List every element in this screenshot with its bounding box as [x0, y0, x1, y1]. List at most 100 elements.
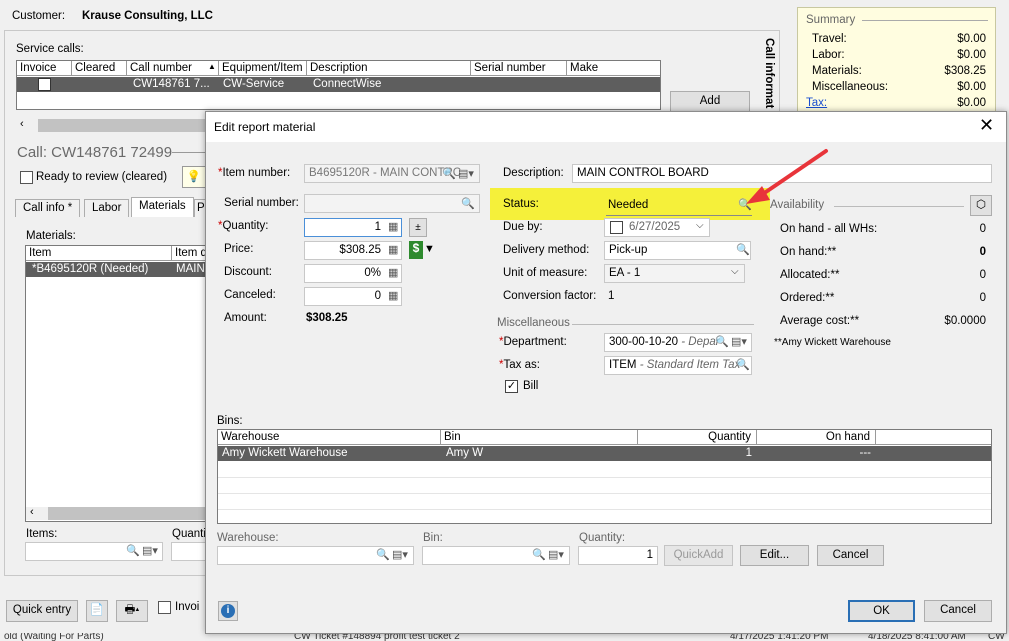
department-desc: - Depar [681, 336, 720, 348]
amount-label: Amount: [224, 312, 267, 324]
col-description[interactable]: Description [307, 61, 471, 76]
col-quantity[interactable]: Quantity [638, 430, 757, 445]
scroll-thumb[interactable] [48, 507, 208, 520]
description-label: Description: [503, 167, 564, 179]
col-make[interactable]: Make [567, 61, 660, 76]
print-icon[interactable]: 🖶▴ [116, 600, 148, 622]
search-icon[interactable]: 🔍 [532, 548, 546, 561]
col-cleared[interactable]: Cleared [72, 61, 127, 76]
col-on-hand[interactable]: On hand [757, 430, 876, 445]
calculator-icon[interactable]: ▦ [388, 243, 398, 256]
avail-avgcost-label: Average cost:** [780, 315, 860, 327]
conversion-factor-label: Conversion factor: [503, 290, 597, 302]
dialog-titlebar: Edit report material ✕ [206, 112, 1006, 142]
tax-as-desc: - Standard Item Tax [639, 359, 741, 371]
col-bin[interactable]: Bin [441, 430, 638, 445]
avail-onhand-label: On hand:** [780, 246, 837, 258]
copy-icon[interactable]: 📄 [86, 600, 108, 622]
materials-grid[interactable]: Item Item d *B4695120R (Needed) MAIN ‹ [25, 245, 208, 522]
col-item[interactable]: Item [26, 246, 172, 261]
bin-label: Bin: [423, 532, 443, 544]
col-call-number[interactable]: Call number [127, 61, 219, 76]
ready-to-review-checkbox[interactable] [20, 171, 33, 184]
customer-label: Customer: [12, 10, 66, 22]
serial-number-input[interactable] [304, 194, 480, 213]
items-label: Items: [26, 528, 58, 540]
dropdown-icon[interactable]: ▼ [424, 243, 435, 255]
quantity-input-cut[interactable] [171, 542, 207, 561]
search-icon[interactable]: 🔍 [442, 167, 456, 180]
item-lookup-icon[interactable]: ▤▾ [142, 544, 158, 557]
ok-button[interactable]: OK [848, 600, 915, 622]
materials-scrollbar[interactable]: ‹ [26, 506, 208, 520]
scroll-left-icon[interactable]: ‹ [30, 506, 34, 518]
dollar-icon[interactable]: $ [409, 241, 423, 259]
col-empty [876, 430, 991, 445]
availability-title: Availability [770, 199, 825, 211]
item-lookup-icon[interactable]: ▤▾ [458, 167, 474, 180]
tax-as-input[interactable]: ITEM - Standard Item Tax [604, 356, 752, 375]
avail-avgcost-value: $0.0000 [944, 315, 986, 327]
search-icon[interactable]: 🔍 [736, 358, 750, 371]
col-serial[interactable]: Serial number [471, 61, 567, 76]
canceled-label: Canceled: [224, 289, 276, 301]
col-item-desc[interactable]: Item d [172, 246, 208, 261]
calculator-icon[interactable]: ▦ [388, 266, 398, 279]
scroll-thumb[interactable] [38, 119, 218, 132]
scroll-left-icon[interactable]: ‹ [20, 118, 24, 130]
invoice-checkbox[interactable] [38, 78, 51, 91]
tab-materials[interactable]: Materials [131, 197, 194, 217]
status-bar-user: CW [988, 633, 1005, 641]
department-code: 300-00-10-20 [609, 336, 679, 348]
search-icon[interactable]: 🔍 [376, 548, 390, 561]
invoice-checkbox-bottom[interactable] [158, 601, 171, 614]
due-by-label: Due by: [503, 221, 543, 233]
bins-row[interactable]: Amy Wickett Warehouse Amy W 1 --- [218, 446, 991, 461]
summary-title: Summary [806, 14, 856, 26]
col-invoice[interactable]: Invoice [17, 61, 72, 76]
service-calls-grid[interactable]: Invoice Cleared Call number ▲ Equipment/… [16, 60, 661, 110]
tip-icon[interactable]: 💡 [182, 166, 206, 188]
status-input[interactable]: Needed [606, 196, 752, 216]
col-equipment[interactable]: Equipment/Item [219, 61, 307, 76]
quickadd-button[interactable]: QuickAdd [664, 545, 733, 566]
search-icon[interactable]: 🔍 [715, 335, 729, 348]
service-calls-scrollbar[interactable]: ‹ [16, 118, 218, 132]
unit-of-measure-select[interactable]: EA - 1 [604, 264, 745, 283]
tab-call-info[interactable]: Call info * [15, 199, 81, 217]
chevron-down-icon[interactable]: ⌵ [731, 266, 739, 277]
search-icon[interactable]: 🔍 [461, 197, 475, 210]
col-warehouse[interactable]: Warehouse [218, 430, 441, 445]
info-button[interactable]: i [218, 601, 238, 621]
search-icon[interactable]: 🔍 [126, 544, 140, 557]
calculator-icon[interactable]: ▦ [388, 220, 398, 233]
chevron-down-icon[interactable]: ⌵ [696, 220, 704, 231]
edit-button[interactable]: Edit... [740, 545, 809, 566]
cancel-button[interactable]: Cancel [924, 600, 992, 622]
delivery-method-label: Delivery method: [503, 244, 590, 256]
summary-tax-link[interactable]: Tax: [806, 97, 827, 109]
search-icon[interactable]: 🔍 [736, 243, 750, 256]
bins-cancel-button[interactable]: Cancel [817, 545, 884, 566]
delivery-method-input[interactable]: Pick-up [604, 241, 751, 260]
department-input[interactable]: 300-00-10-20 - Depar [604, 333, 752, 352]
tab-labor[interactable]: Labor [84, 199, 130, 217]
miscellaneous-label: Miscellaneous [497, 317, 570, 329]
add-button[interactable]: Add [670, 91, 750, 112]
call-info-side-tab[interactable]: Call informat [763, 38, 779, 118]
bill-checkbox[interactable]: ✓ [505, 380, 518, 393]
box-icon[interactable]: ⬡ [970, 195, 992, 216]
item-lookup-icon[interactable]: ▤▾ [392, 548, 408, 561]
bin-quantity-input[interactable]: 1 [578, 546, 658, 565]
calculator-icon[interactable]: ▦ [388, 289, 398, 302]
service-call-row[interactable]: CW148761 7... CW-Service ConnectWise [17, 77, 660, 92]
plus-minus-icon[interactable]: ± [409, 218, 427, 237]
close-icon[interactable]: ✕ [979, 115, 994, 136]
unit-of-measure-label: Unit of measure: [503, 267, 588, 279]
material-row[interactable]: *B4695120R (Needed) MAIN [26, 262, 207, 277]
bins-grid[interactable]: Warehouse Bin Quantity On hand Amy Wicke… [217, 429, 992, 524]
item-lookup-icon[interactable]: ▤▾ [731, 335, 747, 348]
due-by-checkbox[interactable] [610, 221, 623, 234]
quick-entry-button[interactable]: Quick entry [6, 600, 78, 622]
item-lookup-icon[interactable]: ▤▾ [548, 548, 564, 561]
